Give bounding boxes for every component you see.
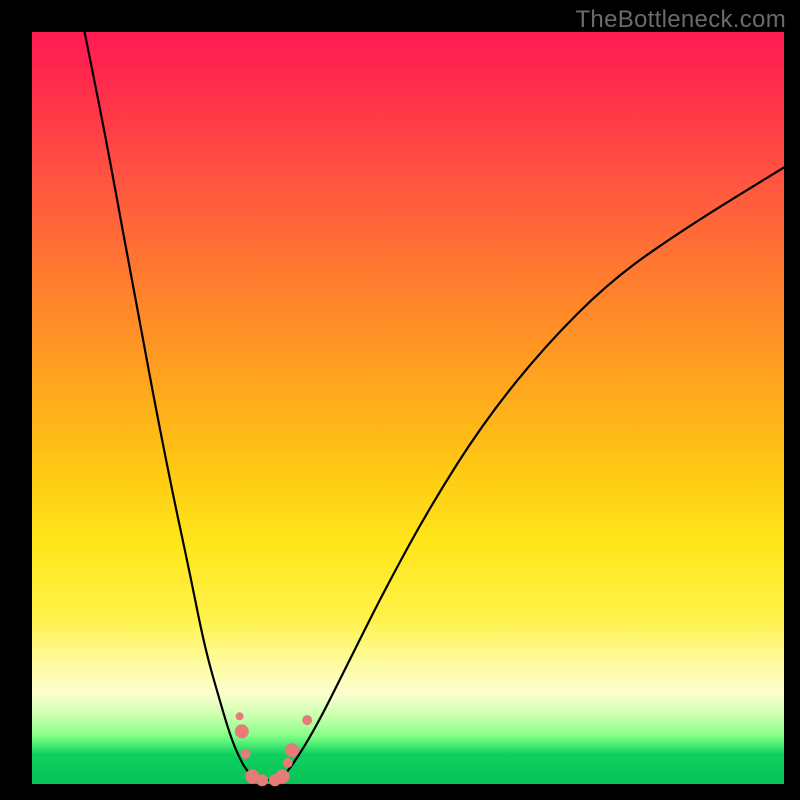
plot-area: [32, 32, 784, 784]
curve-left-curve: [85, 32, 257, 780]
curve-right-curve: [280, 167, 784, 780]
chart-frame: TheBottleneck.com: [0, 0, 800, 800]
marker-dot: [235, 724, 249, 738]
marker-dot: [236, 712, 244, 720]
watermark-text: TheBottleneck.com: [575, 6, 786, 34]
marker-dot: [256, 774, 268, 786]
marker-dot: [275, 770, 289, 784]
marker-dot: [283, 758, 293, 768]
marker-dot: [302, 715, 312, 725]
marker-dot: [285, 743, 299, 757]
marker-dot: [241, 749, 251, 759]
marker-group: [235, 712, 312, 786]
curve-layer: [32, 32, 784, 784]
curve-group: [85, 32, 784, 780]
